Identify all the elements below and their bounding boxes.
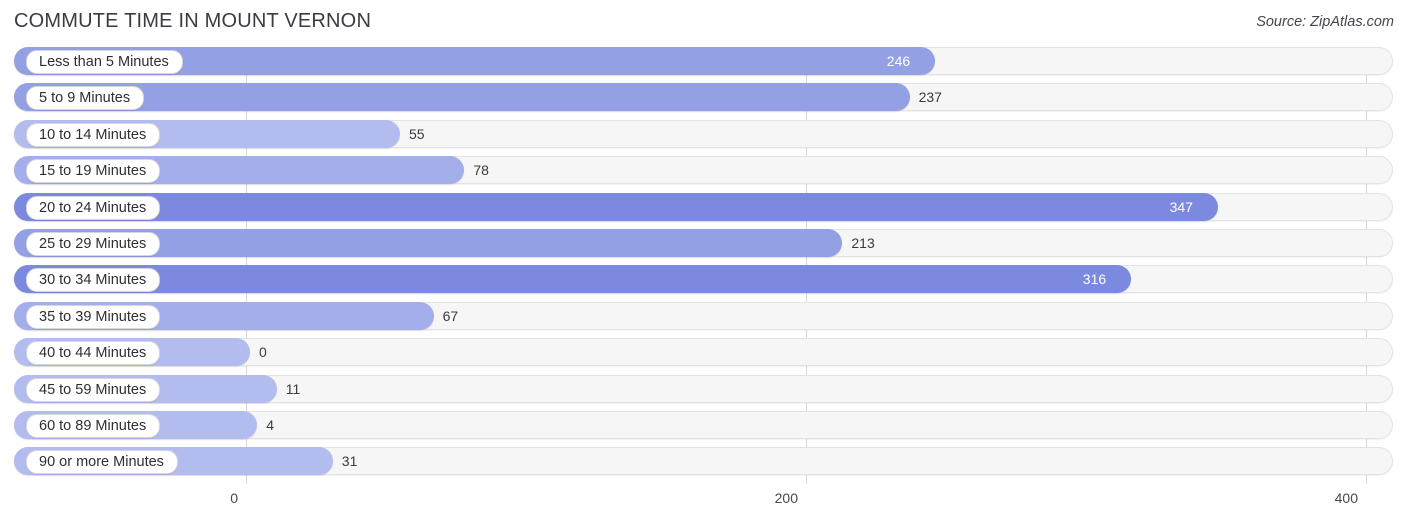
category-label-pill: 60 to 89 Minutes xyxy=(26,413,161,438)
category-label-pill: 15 to 19 Minutes xyxy=(26,159,161,184)
category-label-pill: 10 to 14 Minutes xyxy=(26,122,161,147)
category-label-pill: Less than 5 Minutes xyxy=(26,50,183,74)
category-label-pill: 30 to 34 Minutes xyxy=(26,268,161,293)
value-label: 246 xyxy=(886,53,911,69)
category-label-pill: 5 to 9 Minutes xyxy=(26,86,145,111)
bar-row[interactable]: 15 to 19 Minutes 78 xyxy=(0,156,1406,185)
chart-plot-area: Less than 5 Minutes 246 5 to 9 Minutes 237 1… xyxy=(0,47,1406,484)
source-attribution: Source: ZipAtlas.com xyxy=(1256,14,1394,30)
x-tick-label: 400 xyxy=(1334,490,1358,506)
value-label: 237 xyxy=(918,89,942,106)
value-bar[interactable] xyxy=(14,265,1131,294)
value-label: 4 xyxy=(266,416,274,433)
value-bar[interactable] xyxy=(14,192,1218,221)
value-label: 55 xyxy=(409,125,425,142)
value-label: 78 xyxy=(473,162,489,179)
value-label: 67 xyxy=(442,307,459,324)
value-label: 31 xyxy=(341,453,358,470)
value-label: 316 xyxy=(1082,271,1107,288)
bar-row[interactable]: 40 to 44 Minutes 0 xyxy=(0,338,1406,367)
category-label-pill: 40 to 44 Minutes xyxy=(26,341,161,366)
bar-rows: Less than 5 Minutes 246 5 to 9 Minutes 237 1… xyxy=(0,47,1406,484)
bar-row[interactable]: 10 to 14 Minutes 55 xyxy=(0,119,1406,148)
bar-row[interactable]: 45 to 59 Minutes 11 xyxy=(0,374,1406,403)
bar-row[interactable]: 60 to 89 Minutes 4 xyxy=(0,410,1406,439)
page-title: COMMUTE TIME IN MOUNT VERNON xyxy=(14,10,372,32)
category-label-pill: 35 to 39 Minutes xyxy=(26,304,161,329)
x-tick-label: 200 xyxy=(774,490,798,506)
value-label: 347 xyxy=(1169,198,1193,215)
x-axis: 0 200 400 xyxy=(0,484,1406,523)
category-label-pill: 25 to 29 Minutes xyxy=(26,231,161,256)
value-label: 11 xyxy=(285,380,301,397)
x-tick-label: 0 xyxy=(230,490,238,506)
value-label: 213 xyxy=(851,234,875,251)
category-label-pill: 90 or more Minutes xyxy=(26,450,178,475)
bar-row[interactable]: 20 to 24 Minutes 347 xyxy=(0,192,1406,221)
bar-row[interactable]: 90 or more Minutes 31 xyxy=(0,447,1406,476)
value-label: 0 xyxy=(259,344,267,361)
bar-row[interactable]: 30 to 34 Minutes 316 xyxy=(0,265,1406,294)
value-bar[interactable] xyxy=(14,83,910,112)
category-label-pill: 45 to 59 Minutes xyxy=(26,377,161,402)
bar-row[interactable]: 35 to 39 Minutes 67 xyxy=(0,301,1406,330)
category-label-pill: 20 to 24 Minutes xyxy=(26,195,161,220)
bar-row[interactable]: 25 to 29 Minutes 213 xyxy=(0,228,1406,257)
bar-row[interactable]: 5 to 9 Minutes 237 xyxy=(0,83,1406,112)
bar-row[interactable]: Less than 5 Minutes 246 xyxy=(0,47,1406,75)
